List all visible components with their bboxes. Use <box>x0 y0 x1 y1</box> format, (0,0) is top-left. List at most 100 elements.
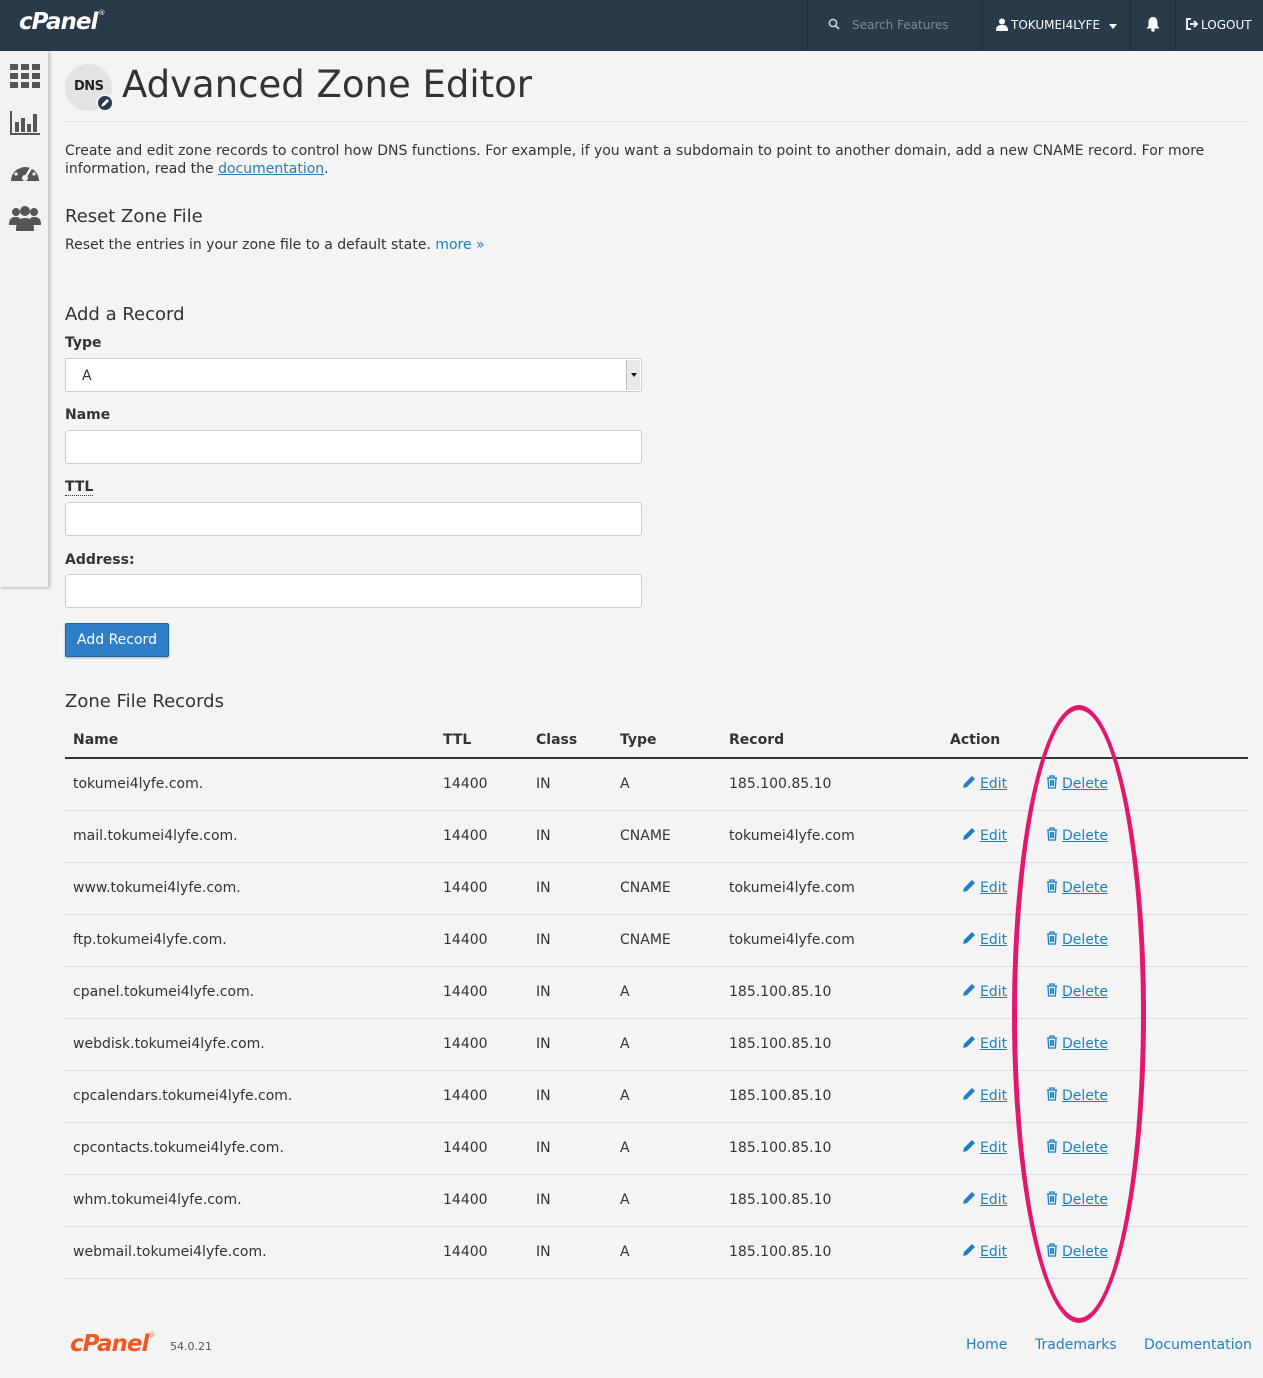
cell-type: CNAME <box>620 828 671 844</box>
edit-record-button[interactable]: Edit <box>962 1191 1007 1208</box>
name-field[interactable] <box>65 430 642 464</box>
page-description: Create and edit zone records to control … <box>65 143 1205 177</box>
edit-record-button[interactable]: Edit <box>962 931 1007 948</box>
logout-icon <box>1186 18 1199 30</box>
edit-record-button[interactable]: Edit <box>962 1243 1007 1260</box>
type-select[interactable]: A <box>65 358 642 392</box>
edit-record-button[interactable]: Edit <box>962 827 1007 844</box>
cell-type: A <box>620 1088 630 1104</box>
cell-record: 185.100.85.10 <box>729 1088 832 1104</box>
cell-record: 185.100.85.10 <box>729 984 832 1000</box>
cell-class: IN <box>536 1036 551 1052</box>
footer-trademarks-link[interactable]: Trademarks <box>1035 1337 1117 1353</box>
pencil-icon <box>963 984 975 996</box>
reset-zone-description: Reset the entries in your zone file to a… <box>65 237 485 253</box>
footer-documentation-link[interactable]: Documentation <box>1144 1337 1252 1353</box>
cell-ttl: 14400 <box>443 984 488 1000</box>
notifications-button[interactable] <box>1130 0 1175 51</box>
footer-home-link[interactable]: Home <box>966 1337 1007 1353</box>
cell-name: cpanel.tokumei4lyfe.com. <box>73 984 255 1000</box>
cell-type: A <box>620 1244 630 1260</box>
pencil-icon <box>963 828 975 840</box>
cell-class: IN <box>536 880 551 896</box>
column-header-name[interactable]: Name <box>73 732 118 748</box>
documentation-link[interactable]: documentation <box>218 161 324 177</box>
add-record-button[interactable]: Add Record <box>65 623 169 657</box>
column-header-type[interactable]: Type <box>620 732 657 748</box>
edit-label: Edit <box>980 776 1008 792</box>
reset-more-link[interactable]: more » <box>435 237 484 253</box>
column-header-class[interactable]: Class <box>536 732 577 748</box>
cell-ttl: 14400 <box>443 828 488 844</box>
user-menu[interactable]: TOKUMEI4LYFE <box>982 0 1130 51</box>
cell-class: IN <box>536 932 551 948</box>
cell-class: IN <box>536 984 551 1000</box>
logout-button[interactable]: LOGOUT <box>1175 0 1263 51</box>
dns-badge-label: DNS <box>74 79 104 94</box>
edit-record-button[interactable]: Edit <box>962 879 1007 896</box>
search-features <box>807 0 982 51</box>
edit-record-button[interactable]: Edit <box>962 1139 1007 1156</box>
cell-type: A <box>620 1192 630 1208</box>
column-header-ttl[interactable]: TTL <box>443 732 471 748</box>
cell-record: 185.100.85.10 <box>729 1140 832 1156</box>
cell-record: 185.100.85.10 <box>729 1192 832 1208</box>
address-field[interactable] <box>65 574 642 608</box>
edit-label: Edit <box>980 1192 1008 1208</box>
pencil-icon <box>963 880 975 892</box>
cell-class: IN <box>536 1244 551 1260</box>
cell-name: webdisk.tokumei4lyfe.com. <box>73 1036 265 1052</box>
logout-label: LOGOUT <box>1201 18 1252 32</box>
cell-name: cpcalendars.tokumei4lyfe.com. <box>73 1088 293 1104</box>
edit-label: Edit <box>980 828 1008 844</box>
cell-name: webmail.tokumei4lyfe.com. <box>73 1244 267 1260</box>
cell-type: A <box>620 1140 630 1156</box>
apps-grid-icon[interactable] <box>9 61 41 91</box>
cell-class: IN <box>536 828 551 844</box>
username: TOKUMEI4LYFE <box>1011 18 1101 32</box>
edit-record-button[interactable]: Edit <box>962 1035 1007 1052</box>
bell-icon <box>1146 17 1160 32</box>
edit-record-button[interactable]: Edit <box>962 1087 1007 1104</box>
cell-record: 185.100.85.10 <box>729 1036 832 1052</box>
edit-label: Edit <box>980 1088 1008 1104</box>
pencil-icon <box>96 94 114 112</box>
cell-class: IN <box>536 1088 551 1104</box>
zone-records-heading: Zone File Records <box>65 691 224 712</box>
ttl-label: TTL <box>65 479 94 496</box>
dns-badge-icon: DNS <box>65 64 114 112</box>
pencil-icon <box>963 1192 975 1204</box>
cell-ttl: 14400 <box>443 1192 488 1208</box>
pencil-icon <box>963 1088 975 1100</box>
cell-record: tokumei4lyfe.com <box>729 880 855 896</box>
divider <box>65 121 1248 122</box>
cell-ttl: 14400 <box>443 932 488 948</box>
cell-ttl: 14400 <box>443 1244 488 1260</box>
cell-class: IN <box>536 1192 551 1208</box>
edit-record-button[interactable]: Edit <box>962 775 1007 792</box>
cpanel-logo[interactable]: cPanel® <box>19 9 105 35</box>
pencil-icon <box>963 932 975 944</box>
bar-chart-icon[interactable] <box>9 108 41 138</box>
cell-type: A <box>620 776 630 792</box>
cell-class: IN <box>536 1140 551 1156</box>
cell-ttl: 14400 <box>443 1088 488 1104</box>
address-label: Address: <box>65 552 135 568</box>
search-icon <box>828 18 840 30</box>
users-group-icon[interactable] <box>9 203 41 233</box>
column-header-record[interactable]: Record <box>729 732 784 748</box>
footer-cpanel-logo[interactable]: cPanel® <box>70 1331 155 1357</box>
ttl-field[interactable] <box>65 502 642 536</box>
edit-label: Edit <box>980 984 1008 1000</box>
chevron-down-icon <box>1109 24 1117 29</box>
cell-type: A <box>620 984 630 1000</box>
edit-record-button[interactable]: Edit <box>962 983 1007 1000</box>
top-navbar: cPanel® TOKUMEI4LYFE LOGOUT <box>0 0 1263 51</box>
cell-ttl: 14400 <box>443 1036 488 1052</box>
search-input[interactable] <box>852 15 972 35</box>
cell-record: tokumei4lyfe.com <box>729 828 855 844</box>
type-select-value: A <box>82 368 92 384</box>
edit-label: Edit <box>980 1140 1008 1156</box>
dashboard-gauge-icon[interactable] <box>9 157 41 187</box>
cell-record: 185.100.85.10 <box>729 776 832 792</box>
